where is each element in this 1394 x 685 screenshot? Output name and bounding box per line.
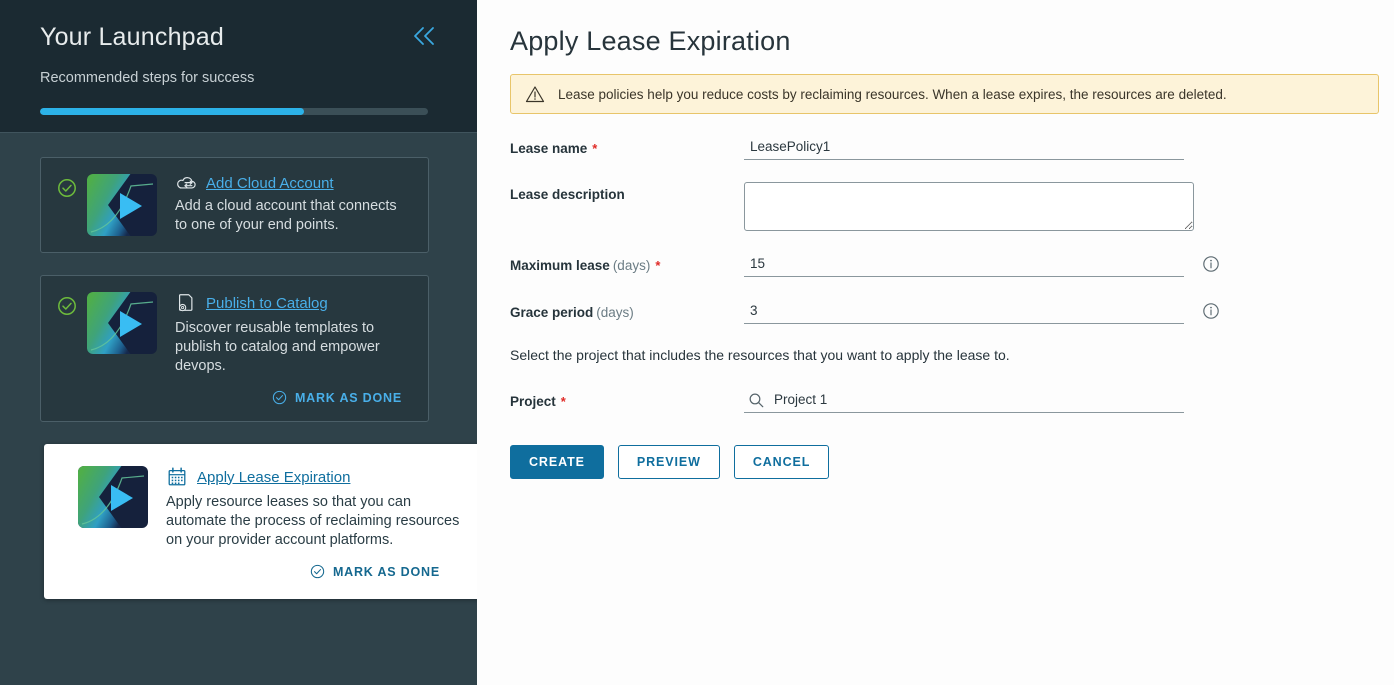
form-row-lease-name: Lease name * [510, 136, 1384, 160]
form-row-grace-period: Grace period (days) [510, 300, 1384, 325]
maximum-lease-label-text: Maximum lease [510, 258, 610, 273]
check-circle-icon [58, 297, 76, 315]
video-thumbnail[interactable] [78, 466, 148, 528]
lease-description-field-wrap [744, 182, 1384, 231]
card-description: Add a cloud account that connects to one… [175, 198, 397, 233]
lease-name-field-wrap [744, 136, 1384, 160]
check-circle-icon [58, 179, 76, 197]
card-link-label[interactable]: Publish to Catalog [206, 295, 328, 312]
required-asterisk: * [592, 141, 598, 156]
grace-period-label: Grace period (days) [510, 300, 744, 320]
video-thumbnail[interactable] [87, 174, 157, 236]
calendar-icon [168, 467, 186, 486]
launchpad-sidebar: Your Launchpad Recommended steps for suc… [0, 0, 484, 685]
lease-name-label-text: Lease name [510, 141, 588, 156]
lease-name-label: Lease name * [510, 136, 744, 156]
check-circle-outline-icon [310, 564, 325, 579]
grace-period-unit: (days) [596, 305, 634, 320]
form-row-maximum-lease: Maximum lease (days) * [510, 253, 1384, 278]
maximum-lease-label: Maximum lease (days) * [510, 253, 744, 273]
play-icon [120, 311, 142, 337]
play-icon [111, 485, 133, 511]
card-body: Publish to Catalog Discover reusable tem… [175, 292, 410, 405]
form-row-project: Project * [510, 389, 1384, 413]
cancel-button[interactable]: CANCEL [733, 445, 830, 479]
preview-button[interactable]: PREVIEW [617, 445, 720, 479]
card-link-row: Add Cloud Account [175, 174, 410, 192]
card-link-label[interactable]: Add Cloud Account [206, 175, 334, 192]
card-status [57, 174, 87, 236]
grace-period-field-wrap [744, 300, 1384, 325]
launchpad-card-list: Add Cloud Account Add a cloud account th… [0, 133, 484, 599]
info-alert-banner: Lease policies help you reduce costs by … [510, 74, 1379, 114]
launchpad-card-apply-lease-expiration[interactable]: Apply Lease Expiration Apply resource le… [44, 444, 484, 599]
required-asterisk: * [560, 394, 566, 409]
launchpad-card-add-cloud-account[interactable]: Add Cloud Account Add a cloud account th… [40, 157, 429, 253]
create-button[interactable]: CREATE [510, 445, 604, 479]
card-body: Add Cloud Account Add a cloud account th… [175, 174, 410, 236]
video-thumbnail[interactable] [87, 292, 157, 354]
maximum-lease-field-wrap [744, 253, 1384, 278]
project-input[interactable] [744, 389, 1184, 413]
progress-bar-fill [40, 108, 304, 115]
grace-period-info-button[interactable] [1202, 302, 1220, 325]
card-body: Apply Lease Expiration Apply resource le… [166, 466, 466, 579]
form-actions: CREATE PREVIEW CANCEL [510, 445, 1384, 479]
lease-description-textarea[interactable] [744, 182, 1194, 231]
info-circle-icon [1203, 256, 1219, 272]
double-chevron-left-icon [414, 27, 434, 45]
page-title: Your Launchpad [40, 23, 224, 51]
maximum-lease-unit: (days) [612, 258, 651, 273]
launchpad-card-publish-to-catalog[interactable]: Publish to Catalog Discover reusable tem… [40, 275, 429, 422]
mark-as-done-button[interactable]: MARK AS DONE [175, 390, 410, 405]
app-window: Your Launchpad Recommended steps for suc… [0, 0, 1394, 685]
grace-period-input[interactable] [744, 300, 1184, 324]
project-label-text: Project [510, 394, 556, 409]
lease-description-label: Lease description [510, 182, 744, 202]
info-circle-icon [1203, 303, 1219, 319]
card-link-label[interactable]: Apply Lease Expiration [197, 469, 350, 486]
mark-as-done-label: MARK AS DONE [294, 390, 402, 405]
maximum-lease-info-button[interactable] [1202, 255, 1220, 278]
card-link-row: Publish to Catalog [175, 292, 410, 314]
lease-description-label-text: Lease description [510, 187, 625, 202]
cloud-transfer-icon [177, 177, 196, 189]
main-content: Apply Lease Expiration Lease policies he… [477, 0, 1394, 685]
mark-as-done-label: MARK AS DONE [332, 564, 440, 579]
sidebar-subtitle: Recommended steps for success [40, 70, 255, 86]
warning-triangle-icon [525, 86, 545, 103]
project-label: Project * [510, 389, 744, 409]
play-icon [120, 193, 142, 219]
form-title: Apply Lease Expiration [510, 26, 791, 56]
check-circle-outline-icon [272, 390, 287, 405]
card-status [57, 292, 87, 405]
grace-period-label-text: Grace period [510, 305, 594, 320]
lease-name-input[interactable] [744, 136, 1184, 160]
maximum-lease-input[interactable] [744, 253, 1184, 277]
alert-message: Lease policies help you reduce costs by … [558, 86, 1227, 102]
project-search-field [744, 389, 1184, 413]
project-field-wrap [744, 389, 1384, 413]
card-description: Discover reusable templates to publish t… [175, 320, 380, 374]
form-row-lease-description: Lease description [510, 182, 1384, 231]
sidebar-header: Your Launchpad Recommended steps for suc… [0, 0, 477, 133]
progress-bar [40, 108, 428, 115]
card-description: Apply resource leases so that you can au… [166, 494, 460, 548]
lease-policy-form: Lease name * Lease description Maximum le… [510, 136, 1384, 479]
search-icon [748, 392, 765, 414]
card-link-row: Apply Lease Expiration [166, 466, 466, 488]
mark-as-done-button[interactable]: MARK AS DONE [166, 564, 466, 579]
required-asterisk: * [655, 258, 661, 273]
collapse-sidebar-button[interactable] [409, 20, 441, 52]
document-gear-icon [178, 294, 193, 312]
project-helper-text: Select the project that includes the res… [510, 347, 1010, 363]
